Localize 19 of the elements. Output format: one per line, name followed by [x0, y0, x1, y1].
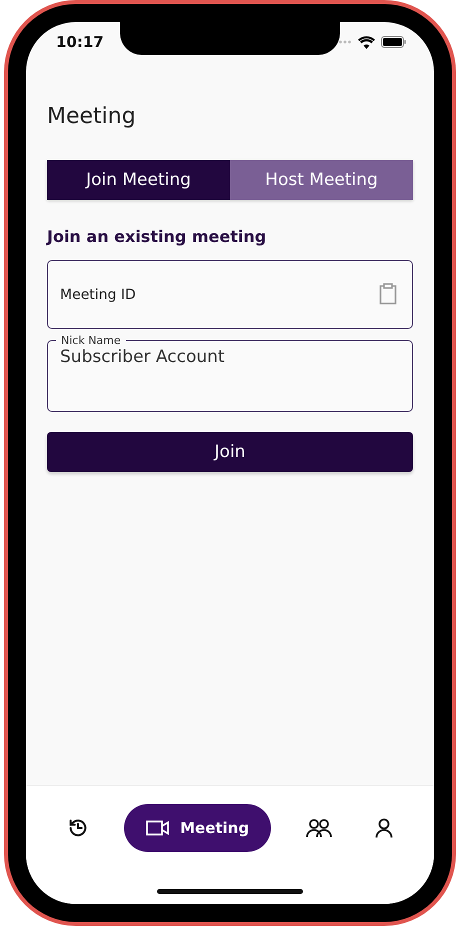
- battery-icon: [381, 36, 406, 48]
- wifi-icon: [358, 36, 375, 48]
- field-value: Subscriber Account: [60, 347, 225, 367]
- meeting-tab[interactable]: Join Meeting: [47, 160, 230, 200]
- status-time: 10:17: [56, 33, 104, 51]
- clipboard-icon[interactable]: [379, 283, 397, 305]
- person-icon: [374, 818, 393, 838]
- video-camera-icon: [146, 820, 170, 836]
- nav-tab[interactable]: Meeting: [124, 804, 272, 852]
- nav-label: Meeting: [180, 819, 250, 837]
- people-icon: [306, 818, 332, 838]
- history-icon: [67, 817, 90, 839]
- page-title: Meeting: [47, 103, 137, 131]
- section-heading: Join an existing meeting: [47, 227, 268, 246]
- join-button[interactable]: Join: [47, 432, 413, 472]
- meeting-tab[interactable]: Host Meeting: [230, 160, 413, 200]
- meeting-id-field[interactable]: Meeting ID: [47, 260, 413, 329]
- nick-name-field[interactable]: Nick Name Subscriber Account: [47, 334, 413, 412]
- field-label: Nick Name: [60, 334, 122, 347]
